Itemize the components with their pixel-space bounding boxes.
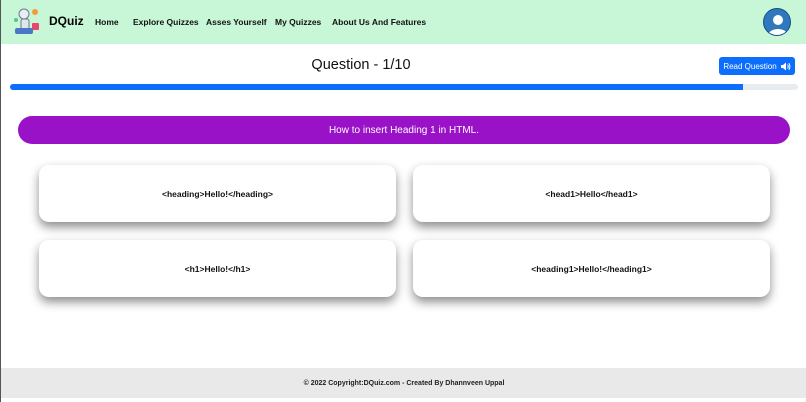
nav-about-us[interactable]: About Us And Features	[332, 17, 426, 27]
navbar: DQuiz Home Explore Quizzes Asses Yoursel…	[1, 0, 806, 44]
question-text: How to insert Heading 1 in HTML.	[328, 124, 480, 136]
nav-my-quizzes[interactable]: My Quizzes	[275, 17, 321, 27]
brand-name[interactable]: DQuiz	[49, 14, 84, 28]
answer-option-label: <head1>Hello</head1>	[545, 188, 638, 199]
speaker-icon	[780, 62, 791, 70]
question-counter: Question - 1/10	[311, 57, 411, 73]
question-banner: How to insert Heading 1 in HTML.	[18, 116, 790, 144]
answer-option-label: <h1>Hello!</h1>	[184, 263, 251, 274]
nav-home[interactable]: Home	[95, 17, 119, 27]
answer-option-label: <heading1>Hello!</heading1>	[531, 263, 652, 274]
answer-option-2[interactable]: <head1>Hello</head1>	[413, 165, 770, 222]
footer-copyright: © 2022 Copyright:DQuiz.com - Created By …	[303, 379, 505, 387]
answer-option-4[interactable]: <heading1>Hello!</heading1>	[413, 240, 770, 297]
read-question-button[interactable]: Read Question	[719, 57, 795, 75]
progress-bar	[10, 84, 798, 90]
nav-explore-quizzes[interactable]: Explore Quizzes	[133, 17, 199, 27]
read-question-label: Read Question	[723, 61, 777, 71]
footer: © 2022 Copyright:DQuiz.com - Created By …	[1, 368, 806, 398]
answer-option-1[interactable]: <heading>Hello!</heading>	[39, 165, 396, 222]
answer-option-3[interactable]: <h1>Hello!</h1>	[39, 240, 396, 297]
answer-option-label: <heading>Hello!</heading>	[162, 188, 273, 199]
progress-bar-fill	[10, 84, 743, 90]
user-avatar-icon[interactable]	[763, 8, 791, 36]
robot-mascot-icon[interactable]	[11, 6, 41, 38]
nav-asses-yourself[interactable]: Asses Yourself	[206, 17, 267, 27]
